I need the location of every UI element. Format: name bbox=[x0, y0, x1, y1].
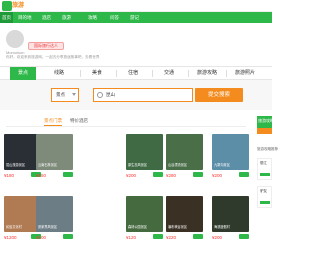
sight-caption: 原生态风景区 bbox=[128, 163, 148, 167]
menu-item-photos[interactable]: 旅游照片 bbox=[228, 67, 262, 80]
book-button[interactable] bbox=[239, 172, 249, 177]
sight-caption: 云南石林景区 bbox=[38, 163, 58, 167]
sight-price: ¥200 bbox=[126, 173, 137, 178]
menu-item-transport[interactable]: 交通 bbox=[156, 67, 182, 80]
sight-caption: 九寨沟景区 bbox=[214, 163, 230, 167]
sight-price: ¥180 bbox=[4, 173, 15, 178]
search-scope-value: 景点 bbox=[56, 92, 65, 97]
side-panel: 旅游攻略 旅游攻略推荐 丽江 驴友 bbox=[257, 116, 278, 269]
sight-price: ¥1200 bbox=[4, 235, 17, 240]
user-badge: 国际旅行达人 bbox=[28, 42, 64, 50]
book-button[interactable] bbox=[193, 172, 203, 177]
sight-price: ¥220 bbox=[166, 235, 177, 240]
promo-banner-text: 旅游攻略 bbox=[258, 118, 274, 123]
topnav-item-home[interactable]: 首页 bbox=[0, 12, 13, 23]
book-button[interactable] bbox=[239, 234, 249, 239]
topnav-item-qa[interactable]: 问答 bbox=[110, 12, 119, 23]
menu-divider bbox=[152, 70, 153, 77]
sight-price: ¥280 bbox=[166, 173, 177, 178]
logo-icon[interactable] bbox=[2, 1, 12, 11]
search-icon bbox=[97, 92, 103, 98]
sight-caption: 森林公园景区 bbox=[128, 225, 148, 229]
topnav-item-hotel[interactable]: 酒店 bbox=[42, 12, 51, 23]
sight-card[interactable]: 云南石林景区 ¥150 bbox=[36, 134, 73, 178]
menu-item-food[interactable]: 美食 bbox=[84, 67, 110, 80]
content-tabs: 景点门票 特价酒店 bbox=[36, 116, 186, 126]
logo-text[interactable]: 旅游 bbox=[12, 1, 24, 11]
user-subtext: 你好，欢迎来到旅游网，一起去分享旅途故事吧，去看世界 bbox=[6, 55, 100, 59]
menu-divider bbox=[188, 70, 189, 77]
menu-item-guides[interactable]: 旅游攻略 bbox=[190, 67, 224, 80]
tab-underline bbox=[6, 126, 246, 127]
side-item-label: 驴友 bbox=[260, 189, 267, 193]
sight-price: ¥200 bbox=[212, 173, 223, 178]
search-input[interactable]: 昆山 bbox=[93, 88, 193, 102]
side-item-label: 丽江 bbox=[260, 161, 267, 165]
sight-card[interactable]: 九寨沟景区 ¥200 bbox=[212, 134, 249, 178]
book-button[interactable] bbox=[63, 172, 73, 177]
sight-caption: 昆山旅游景区 bbox=[6, 163, 26, 167]
badge-label: 国际旅行达人 bbox=[34, 43, 58, 48]
topnav-item-notes[interactable]: 游记 bbox=[130, 12, 139, 23]
sight-card[interactable]: 森林公园景区 ¥120 bbox=[126, 196, 163, 240]
sight-caption: 瀑布峡谷景区 bbox=[168, 225, 188, 229]
sight-caption: 张家界风景区 bbox=[38, 225, 58, 229]
sight-card[interactable]: 瀑布峡谷景区 ¥220 bbox=[166, 196, 203, 240]
top-nav: 首页 目的地 酒店 旅游 攻略 问答 游记 bbox=[0, 12, 272, 23]
sight-caption: 民俗文化村 bbox=[6, 225, 22, 229]
book-button[interactable] bbox=[153, 234, 163, 239]
sight-card[interactable]: 张家界风景区 ¥100 bbox=[36, 196, 73, 240]
tab-hotels[interactable]: 特价酒店 bbox=[70, 116, 88, 126]
top-bar: 旅游 bbox=[0, 0, 272, 12]
sight-card[interactable]: 海滨度假村 ¥200 bbox=[212, 196, 249, 240]
search-submit-button[interactable]: 提交搜索 bbox=[195, 88, 243, 102]
chevron-down-icon bbox=[72, 93, 76, 96]
category-menu: 景点 线路 美食 住宿 交通 旅游攻略 旅游照片 bbox=[0, 66, 272, 80]
topnav-item-destination[interactable]: 目的地 bbox=[18, 12, 32, 23]
sight-price: ¥100 bbox=[36, 235, 47, 240]
menu-item-routes[interactable]: 线路 bbox=[46, 67, 72, 80]
side-item-bar bbox=[260, 201, 270, 204]
side-item-bar bbox=[260, 173, 270, 176]
topnav-item-travel[interactable]: 旅游 bbox=[62, 12, 71, 23]
side-label: 旅游攻略推荐 bbox=[257, 147, 278, 151]
sight-caption: 山谷漂流景区 bbox=[168, 163, 188, 167]
sight-card[interactable]: 山谷漂流景区 ¥280 bbox=[166, 134, 203, 178]
book-button[interactable] bbox=[63, 234, 73, 239]
search-input-value: 昆山 bbox=[106, 92, 115, 97]
sight-caption: 海滨度假村 bbox=[214, 225, 230, 229]
sight-price: ¥120 bbox=[126, 235, 137, 240]
book-button[interactable] bbox=[193, 234, 203, 239]
book-button[interactable] bbox=[153, 172, 163, 177]
menu-divider bbox=[116, 70, 117, 77]
tab-tickets[interactable]: 景点门票 bbox=[44, 116, 62, 126]
menu-divider bbox=[80, 70, 81, 77]
menu-item-lodging[interactable]: 住宿 bbox=[120, 67, 146, 80]
sight-price: ¥150 bbox=[36, 173, 47, 178]
sight-card[interactable]: 原生态风景区 ¥200 bbox=[126, 134, 163, 178]
search-scope-select[interactable]: 景点 bbox=[51, 88, 79, 102]
menu-item-sights[interactable]: 景点 bbox=[10, 67, 36, 80]
menu-divider bbox=[226, 70, 227, 77]
avatar[interactable] bbox=[6, 30, 24, 48]
side-item[interactable]: 丽江 bbox=[257, 158, 272, 180]
search-area: 景点 昆山 提交搜索 bbox=[0, 80, 272, 110]
promo-banner-strip bbox=[257, 128, 272, 134]
side-item[interactable]: 驴友 bbox=[257, 186, 272, 208]
topnav-item-guide[interactable]: 攻略 bbox=[88, 12, 97, 23]
sight-price: ¥200 bbox=[212, 235, 223, 240]
